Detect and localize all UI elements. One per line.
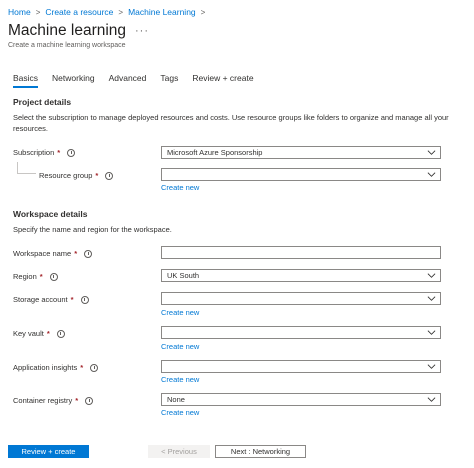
chevron-down-icon <box>427 296 436 301</box>
workspace-name-input[interactable] <box>161 246 441 259</box>
region-select[interactable]: UK South <box>161 269 441 282</box>
storage-account-label-text: Storage account <box>13 295 68 304</box>
tab-basics[interactable]: Basics <box>13 73 39 88</box>
workspace-name-label: Workspace name * <box>13 249 93 258</box>
chevron-down-icon <box>427 150 436 155</box>
required-marker: * <box>57 148 61 157</box>
workspace-name-label-text: Workspace name <box>13 249 72 258</box>
chevron-down-icon <box>427 330 436 335</box>
info-icon[interactable] <box>80 295 89 304</box>
chevron-right-icon: > <box>200 7 206 17</box>
tab-review-create[interactable]: Review + create <box>192 73 253 88</box>
more-options-icon[interactable]: ··· <box>135 25 149 37</box>
tab-bar: Basics Networking Advanced Tags Review +… <box>13 73 268 88</box>
application-insights-create-new-link[interactable]: Create new <box>161 375 199 384</box>
application-insights-label-text: Application insights <box>13 363 78 372</box>
page-title: Machine learning <box>8 22 127 39</box>
subscription-label-text: Subscription <box>13 148 55 157</box>
key-vault-label-text: Key vault <box>13 329 44 338</box>
breadcrumb: Home > Create a resource > Machine Learn… <box>8 7 210 17</box>
region-label-text: Region <box>13 272 37 281</box>
project-details-description: Select the subscription to manage deploy… <box>13 113 449 133</box>
subscription-label: Subscription * <box>13 148 76 157</box>
resource-group-create-new-link[interactable]: Create new <box>161 183 199 192</box>
info-icon[interactable] <box>67 148 76 157</box>
subscription-value: Microsoft Azure Sponsorship <box>167 148 263 157</box>
tab-tags[interactable]: Tags <box>160 73 178 88</box>
storage-account-label: Storage account * <box>13 295 89 304</box>
chevron-down-icon <box>427 364 436 369</box>
chevron-right-icon: > <box>35 7 41 17</box>
breadcrumb-create-resource[interactable]: Create a resource <box>45 7 113 17</box>
breadcrumb-home[interactable]: Home <box>8 7 31 17</box>
chevron-down-icon <box>427 172 436 177</box>
tab-advanced[interactable]: Advanced <box>109 73 147 88</box>
chevron-right-icon: > <box>118 7 124 17</box>
info-icon[interactable] <box>56 329 65 338</box>
key-vault-label: Key vault * <box>13 329 65 338</box>
info-icon[interactable] <box>90 363 99 372</box>
workspace-details-heading: Workspace details <box>13 209 88 219</box>
region-label: Region * <box>13 272 58 281</box>
storage-account-create-new-link[interactable]: Create new <box>161 308 199 317</box>
subscription-select[interactable]: Microsoft Azure Sponsorship <box>161 146 441 159</box>
next-networking-button[interactable]: Next : Networking <box>215 445 306 458</box>
breadcrumb-machine-learning[interactable]: Machine Learning <box>128 7 196 17</box>
container-registry-label-text: Container registry <box>13 396 73 405</box>
application-insights-label: Application insights * <box>13 363 99 372</box>
storage-account-select[interactable] <box>161 292 441 305</box>
resource-group-label-text: Resource group <box>39 171 93 180</box>
previous-button[interactable]: < Previous <box>148 445 210 458</box>
info-icon[interactable] <box>49 272 58 281</box>
review-create-button[interactable]: Review + create <box>8 445 89 458</box>
workspace-details-description: Specify the name and region for the work… <box>13 225 172 234</box>
region-value: UK South <box>167 271 200 280</box>
info-icon[interactable] <box>84 249 93 258</box>
container-registry-create-new-link[interactable]: Create new <box>161 408 199 417</box>
page-subtitle: Create a machine learning workspace <box>8 42 126 49</box>
container-registry-select[interactable]: None <box>161 393 441 406</box>
required-marker: * <box>46 329 50 338</box>
chevron-down-icon <box>427 273 436 278</box>
required-marker: * <box>75 396 79 405</box>
project-details-heading: Project details <box>13 97 72 107</box>
required-marker: * <box>39 272 43 281</box>
tree-connector <box>17 162 36 174</box>
resource-group-label: Resource group * <box>39 171 114 180</box>
container-registry-label: Container registry * <box>13 396 94 405</box>
chevron-down-icon <box>427 397 436 402</box>
resource-group-select[interactable] <box>161 168 441 181</box>
required-marker: * <box>80 363 84 372</box>
required-marker: * <box>70 295 74 304</box>
info-icon[interactable] <box>105 171 114 180</box>
info-icon[interactable] <box>85 396 94 405</box>
application-insights-select[interactable] <box>161 360 441 373</box>
container-registry-value: None <box>167 395 185 404</box>
key-vault-create-new-link[interactable]: Create new <box>161 342 199 351</box>
key-vault-select[interactable] <box>161 326 441 339</box>
required-marker: * <box>74 249 78 258</box>
required-marker: * <box>95 171 99 180</box>
tab-networking[interactable]: Networking <box>52 73 95 88</box>
